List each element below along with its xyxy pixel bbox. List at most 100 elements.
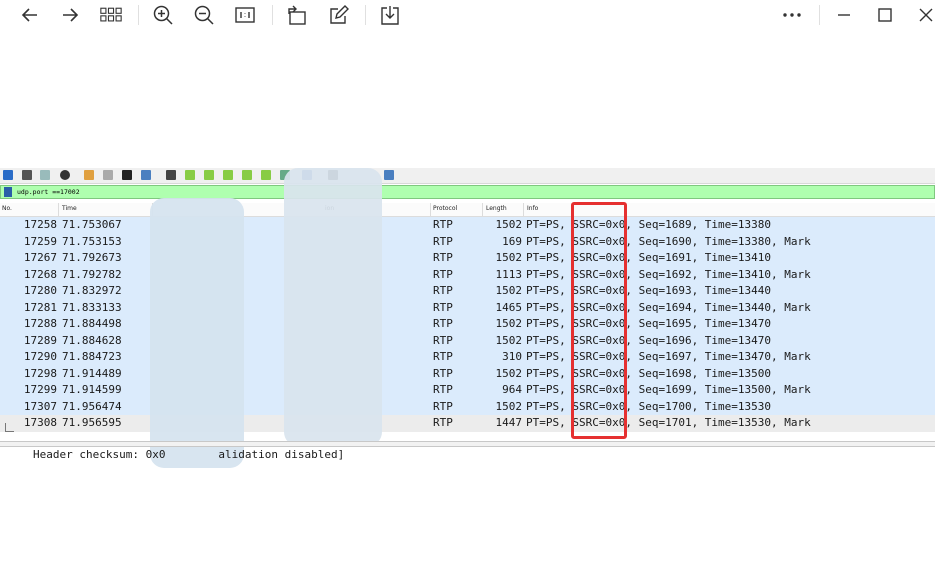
bookmark-icon: [4, 187, 12, 197]
edit-icon[interactable]: [326, 3, 352, 27]
table-row[interactable]: 17307 71.956474 RTP 1502 PT=PS, SSRC=0x0, Se…: [0, 398, 935, 415]
table-row[interactable]: 17299 71.914599 RTP 964 PT=PS, SSRC=0x0, Seq…: [0, 382, 935, 399]
cell-length: 1502: [495, 284, 523, 297]
viewer-toolbar: [0, 0, 935, 30]
tree-branch-icon: [5, 423, 14, 432]
cell-info: PT=PS, SSRC=0x0, Seq=1695, Time=13470: [526, 317, 772, 330]
last-packet-icon: [261, 170, 271, 180]
go-to-packet-icon: [223, 170, 233, 180]
cell-no: 17281: [23, 300, 57, 314]
zoom-in-icon[interactable]: [150, 3, 176, 27]
cell-no: 17259: [23, 234, 57, 248]
cell-protocol: RTP: [433, 383, 453, 396]
cell-protocol: RTP: [433, 317, 453, 330]
separator: [272, 5, 273, 25]
close-file-icon: [122, 170, 132, 180]
cell-protocol: RTP: [433, 300, 453, 314]
rotate-icon[interactable]: [284, 3, 310, 27]
first-packet-icon: [242, 170, 252, 180]
cell-protocol: RTP: [433, 251, 453, 264]
start-capture-icon: [3, 170, 13, 180]
cell-time: 71.792673: [62, 251, 122, 264]
cell-protocol: RTP: [433, 234, 453, 248]
cell-length: 1502: [495, 366, 523, 380]
cell-no: 17288: [23, 317, 57, 330]
col-header-length[interactable]: Length: [486, 205, 507, 213]
cell-length: 1502: [495, 251, 523, 264]
go-back-icon: [185, 170, 195, 180]
cell-info: PT=PS, SSRC=0x0, Seq=1699, Time=13500, M…: [526, 383, 811, 396]
options-icon: [60, 170, 70, 180]
resize-columns-icon: [384, 170, 394, 180]
col-header-time[interactable]: Time: [62, 205, 77, 213]
maximize-icon[interactable]: [872, 3, 898, 27]
cell-time: 71.792782: [62, 267, 122, 281]
cell-protocol: RTP: [433, 366, 453, 380]
cell-no: 17280: [23, 284, 57, 297]
table-row[interactable]: 17308 71.956595 RTP 1447 PT=PS, SSRC=0x0, Se…: [0, 415, 935, 432]
cell-time: 71.956474: [62, 399, 122, 413]
column-divider: [430, 203, 431, 216]
actual-size-icon[interactable]: [232, 3, 258, 27]
display-filter-bar[interactable]: udp.port ==17002: [0, 185, 935, 199]
restart-icon: [40, 170, 50, 180]
cell-length: 1502: [495, 333, 523, 347]
save-file-icon: [103, 170, 113, 180]
cell-info: PT=PS, SSRC=0x0, Seq=1689, Time=13380: [526, 218, 772, 231]
cell-time: 71.884723: [62, 350, 122, 363]
table-row[interactable]: 17298 71.914489 RTP 1502 PT=PS, SSRC=0x0, Se…: [0, 365, 935, 382]
cell-protocol: RTP: [433, 333, 453, 347]
cell-length: 169: [502, 234, 522, 248]
separator: [819, 5, 820, 25]
zoom-out-icon[interactable]: [191, 3, 217, 27]
find-icon: [166, 170, 176, 180]
table-row[interactable]: 17259 71.753153 RTP 169 PT=PS, SSRC=0x0, Seq…: [0, 233, 935, 250]
table-row[interactable]: 17268 71.792782 RTP 1113 PT=PS, SSRC=0x0, Se…: [0, 266, 935, 283]
packet-detail-line: Header checksum: 0x0 alidation disabled]: [33, 448, 345, 461]
table-row[interactable]: 17258 71.753067 RTP 1502 PT=PS, SSRC=0x0, Se…: [0, 217, 935, 234]
cell-info: PT=PS, SSRC=0x0, Seq=1693, Time=13440: [526, 284, 772, 297]
wireshark-capture: udp.port ==17002 No. Time ion Protocol L…: [0, 168, 935, 468]
close-icon[interactable]: [913, 3, 935, 27]
table-row[interactable]: 17289 71.884628 RTP 1502 PT=PS, SSRC=0x0, Se…: [0, 332, 935, 349]
cell-length: 1502: [495, 317, 523, 330]
more-icon[interactable]: [779, 3, 805, 27]
cell-time: 71.914489: [62, 366, 122, 380]
wireshark-toolbar: [0, 168, 935, 184]
column-divider: [58, 203, 59, 216]
pane-splitter[interactable]: [0, 441, 935, 447]
minimize-icon[interactable]: [831, 3, 857, 27]
col-header-no[interactable]: No.: [2, 205, 12, 213]
cell-time: 71.914599: [62, 383, 122, 396]
cell-length: 1447: [495, 416, 523, 429]
cell-no: 17307: [23, 399, 57, 413]
cell-no: 17268: [23, 267, 57, 281]
cell-info: PT=PS, SSRC=0x0, Seq=1692, Time=13410, M…: [526, 267, 811, 281]
cell-protocol: RTP: [433, 350, 453, 363]
cell-time: 71.833133: [62, 300, 122, 314]
col-header-info[interactable]: Info: [527, 205, 538, 213]
display-filter-input[interactable]: udp.port ==17002: [17, 187, 80, 197]
highlight-box: [571, 202, 627, 439]
cell-length: 1502: [495, 218, 523, 231]
grid-icon[interactable]: [98, 3, 124, 27]
cell-protocol: RTP: [433, 218, 453, 231]
cell-no: 17299: [23, 383, 57, 396]
table-row[interactable]: 17280 71.832972 RTP 1502 PT=PS, SSRC=0x0, Se…: [0, 283, 935, 300]
stop-capture-icon: [22, 170, 32, 180]
back-arrow-icon[interactable]: [17, 3, 43, 27]
cell-no: 17298: [23, 366, 57, 380]
cell-length: 310: [502, 350, 522, 363]
col-header-protocol[interactable]: Protocol: [433, 205, 457, 213]
table-row[interactable]: 17281 71.833133 RTP 1465 PT=PS, SSRC=0x0, Se…: [0, 299, 935, 316]
forward-arrow-icon[interactable]: [57, 3, 83, 27]
cell-length: 1465: [495, 300, 523, 314]
table-row[interactable]: 17290 71.884723 RTP 310 PT=PS, SSRC=0x0, Seq…: [0, 349, 935, 366]
column-divider: [523, 203, 524, 216]
cell-info: PT=PS, SSRC=0x0, Seq=1690, Time=13380, M…: [526, 234, 811, 248]
cell-protocol: RTP: [433, 416, 453, 429]
table-row[interactable]: 17267 71.792673 RTP 1502 PT=PS, SSRC=0x0, Se…: [0, 250, 935, 267]
cell-protocol: RTP: [433, 267, 453, 281]
table-row[interactable]: 17288 71.884498 RTP 1502 PT=PS, SSRC=0x0, Se…: [0, 316, 935, 333]
download-icon[interactable]: [377, 3, 403, 27]
